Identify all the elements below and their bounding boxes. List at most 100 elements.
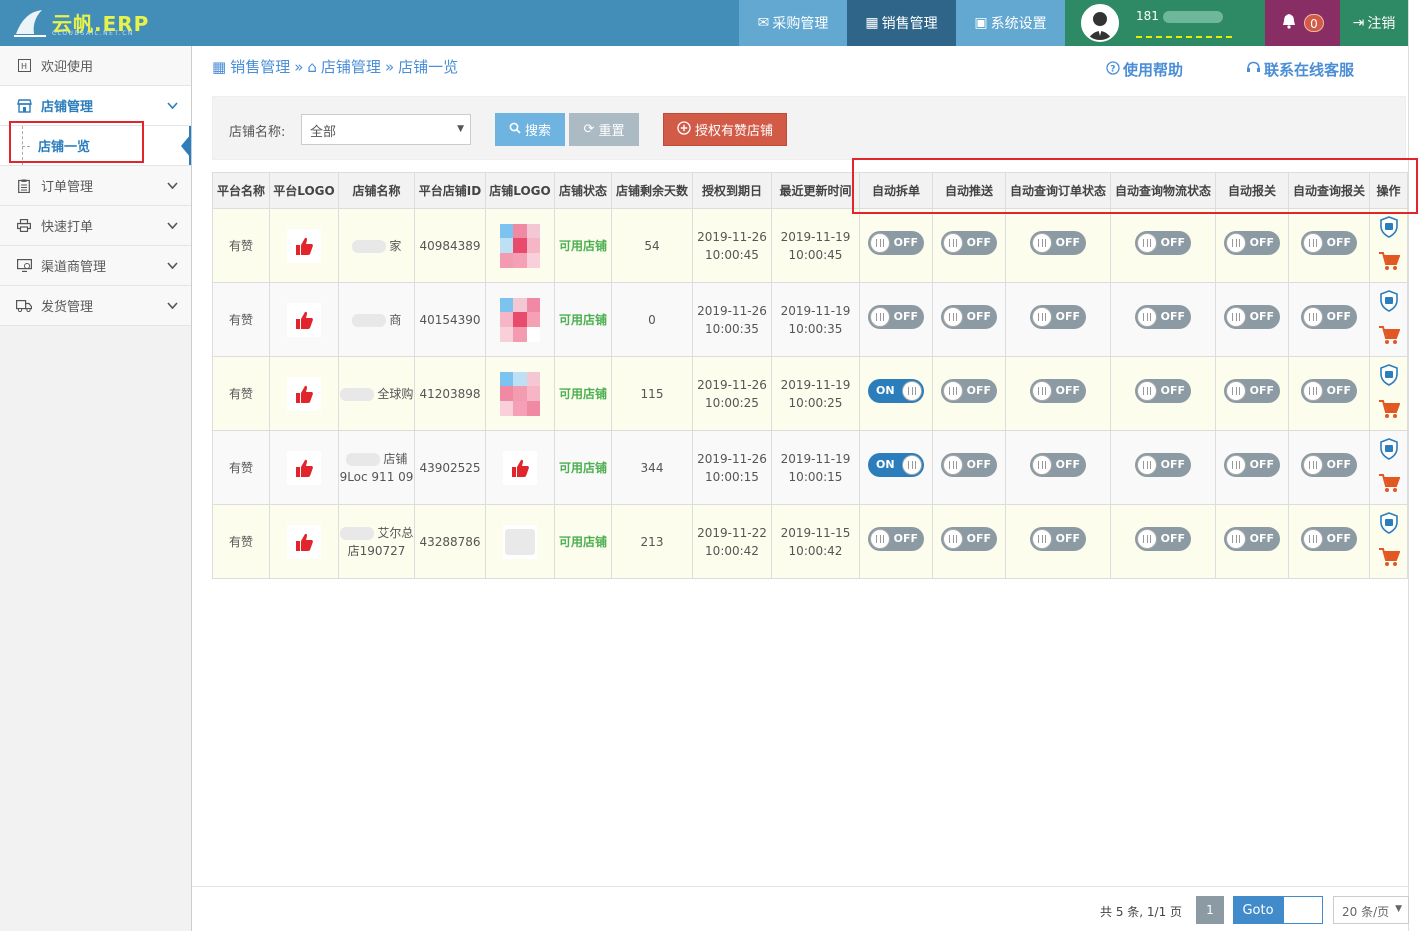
toggle-switch[interactable]: OFF <box>1135 453 1191 477</box>
cart-icon[interactable] <box>1378 399 1400 424</box>
nav-purchase-management[interactable]: ✉ 采购管理 <box>739 0 847 46</box>
cart-icon[interactable] <box>1378 547 1400 572</box>
goto-button[interactable]: Goto <box>1233 896 1283 924</box>
thumbs-up-logo-icon <box>287 524 321 559</box>
notifications-button[interactable]: 0 <box>1265 0 1340 46</box>
sidebar-item-order-management[interactable]: 订单管理 <box>0 166 191 206</box>
toggle-switch[interactable]: OFF <box>1030 305 1086 329</box>
remaining-days-cell: 213 <box>611 504 693 579</box>
printer-icon <box>16 218 32 234</box>
toggle-switch[interactable]: OFF <box>868 231 924 255</box>
shield-icon[interactable] <box>1379 363 1399 391</box>
app-logo[interactable]: 云帆.ERP CLOUDSAIL.NET.CN <box>12 6 162 40</box>
toggle-switch[interactable]: OFF <box>1224 379 1280 403</box>
svg-text:H: H <box>21 62 27 71</box>
logout-button[interactable]: ⇥ 注销 <box>1340 0 1408 46</box>
toggle-switch[interactable]: OFF <box>941 379 997 403</box>
toggle-switch[interactable]: OFF <box>1135 231 1191 255</box>
shield-icon[interactable] <box>1379 437 1399 465</box>
page-1-button[interactable]: 1 <box>1196 896 1224 924</box>
toggle-switch[interactable]: OFF <box>1135 379 1191 403</box>
authorize-store-button[interactable]: 授权有赞店铺 <box>663 113 787 146</box>
sidebar-item-welcome[interactable]: H 欢迎使用 <box>0 46 191 86</box>
help-link[interactable]: ? 使用帮助 <box>1106 59 1183 80</box>
toggle-switch[interactable]: OFF <box>1224 527 1280 551</box>
cart-icon[interactable] <box>1378 325 1400 350</box>
toggle-switch[interactable]: OFF <box>1030 231 1086 255</box>
update-time: 10:00:15 <box>788 469 843 484</box>
plus-circle-icon <box>677 120 691 139</box>
toggle-switch[interactable]: OFF <box>1301 379 1357 403</box>
sidebar-subitem-store-list[interactable]: 店铺一览 <box>0 126 191 166</box>
cart-icon[interactable] <box>1378 473 1400 498</box>
thumbs-up-logo-icon <box>287 228 321 263</box>
store-name-cell: 商 <box>389 312 402 327</box>
chart-icon: ▦ <box>212 57 227 76</box>
expire-time: 10:00:45 <box>705 247 759 262</box>
toggle-switch[interactable]: OFF <box>1301 453 1357 477</box>
toggle-state-label: OFF <box>1249 236 1274 249</box>
chevron-down-icon <box>167 299 178 314</box>
toggle-switch[interactable]: OFF <box>1301 305 1357 329</box>
toggle-switch[interactable]: OFF <box>1301 231 1357 255</box>
table-header-row: 平台名称 平台LOGO 店铺名称 平台店铺ID 店铺LOGO 店铺状态 店铺剩余… <box>212 172 1408 209</box>
sidebar-item-channel-management[interactable]: 渠道商管理 <box>0 246 191 286</box>
toggle-switch[interactable]: OFF <box>1224 305 1280 329</box>
help-link-label: 使用帮助 <box>1123 61 1184 79</box>
nav-settings-label: 系统设置 <box>990 16 1047 32</box>
nav-system-settings[interactable]: ▣ 系统设置 <box>956 0 1065 46</box>
update-date: 2019-11-19 <box>780 229 851 244</box>
order-icon <box>16 178 32 194</box>
sidebar-item-quick-print[interactable]: 快速打单 <box>0 206 191 246</box>
channel-icon <box>16 258 32 274</box>
sidebar-item-store-management[interactable]: 店铺管理 <box>0 86 191 126</box>
store-id-cell: 41203898 <box>414 356 486 431</box>
toggle-switch[interactable]: OFF <box>1030 379 1086 403</box>
toggle-switch[interactable]: ON <box>868 453 924 477</box>
goto-page-input[interactable] <box>1283 896 1323 924</box>
shield-icon[interactable] <box>1379 289 1399 317</box>
store-name-select-value: 全部 <box>310 125 337 140</box>
sidebar-item-label: 渠道商管理 <box>41 260 107 275</box>
toggle-switch[interactable]: OFF <box>941 305 997 329</box>
sidebar-item-label: 快速打单 <box>41 220 94 235</box>
toggle-switch[interactable]: OFF <box>1135 305 1191 329</box>
nav-sales-management[interactable]: ▦ 销售管理 <box>847 0 956 46</box>
toggle-switch[interactable]: OFF <box>1135 527 1191 551</box>
store-status-cell: 可用店铺 <box>554 430 612 505</box>
toggle-switch[interactable]: OFF <box>941 527 997 551</box>
toggle-switch[interactable]: OFF <box>941 231 997 255</box>
shield-icon[interactable] <box>1379 511 1399 539</box>
toggle-switch[interactable]: OFF <box>941 453 997 477</box>
sidebar-item-shipping-management[interactable]: 发货管理 <box>0 286 191 326</box>
cart-icon[interactable] <box>1378 251 1400 276</box>
sidebar-item-label: 发货管理 <box>41 300 94 315</box>
toggle-switch[interactable]: OFF <box>868 305 924 329</box>
page-scrollbar[interactable] <box>1408 0 1426 931</box>
caret-down-icon: ▼ <box>457 124 464 134</box>
toggle-state-label: OFF <box>1326 384 1351 397</box>
toggle-switch[interactable]: OFF <box>1224 231 1280 255</box>
online-support-link[interactable]: 联系在线客服 <box>1246 59 1354 80</box>
breadcrumb-store-management[interactable]: 店铺管理 <box>321 56 381 77</box>
user-avatar-icon <box>1087 12 1113 40</box>
toggle-switch[interactable]: OFF <box>868 527 924 551</box>
search-button[interactable]: 搜索 <box>495 113 565 146</box>
toggle-switch[interactable]: OFF <box>1301 527 1357 551</box>
toggle-switch[interactable]: ON <box>868 379 924 403</box>
breadcrumb-sales[interactable]: 销售管理 <box>230 56 290 77</box>
store-id-cell: 43902525 <box>414 430 486 505</box>
user-menu[interactable]: 181 <box>1065 0 1265 46</box>
toggle-switch[interactable]: OFF <box>1030 453 1086 477</box>
store-logo-image <box>503 524 537 559</box>
store-name-select[interactable]: 全部 ▼ <box>301 114 471 145</box>
shield-icon[interactable] <box>1379 215 1399 243</box>
page-size-select[interactable]: 20 条/页 ▼ <box>1333 896 1409 924</box>
toggle-state-label: OFF <box>966 532 991 545</box>
platform-name-cell: 有赞 <box>212 504 270 579</box>
toggle-switch[interactable]: OFF <box>1030 527 1086 551</box>
col-auto-split: 自动拆单 <box>859 172 933 209</box>
toggle-state-label: OFF <box>1249 310 1274 323</box>
toggle-switch[interactable]: OFF <box>1224 453 1280 477</box>
reset-button[interactable]: ⟳ 重置 <box>569 113 639 146</box>
